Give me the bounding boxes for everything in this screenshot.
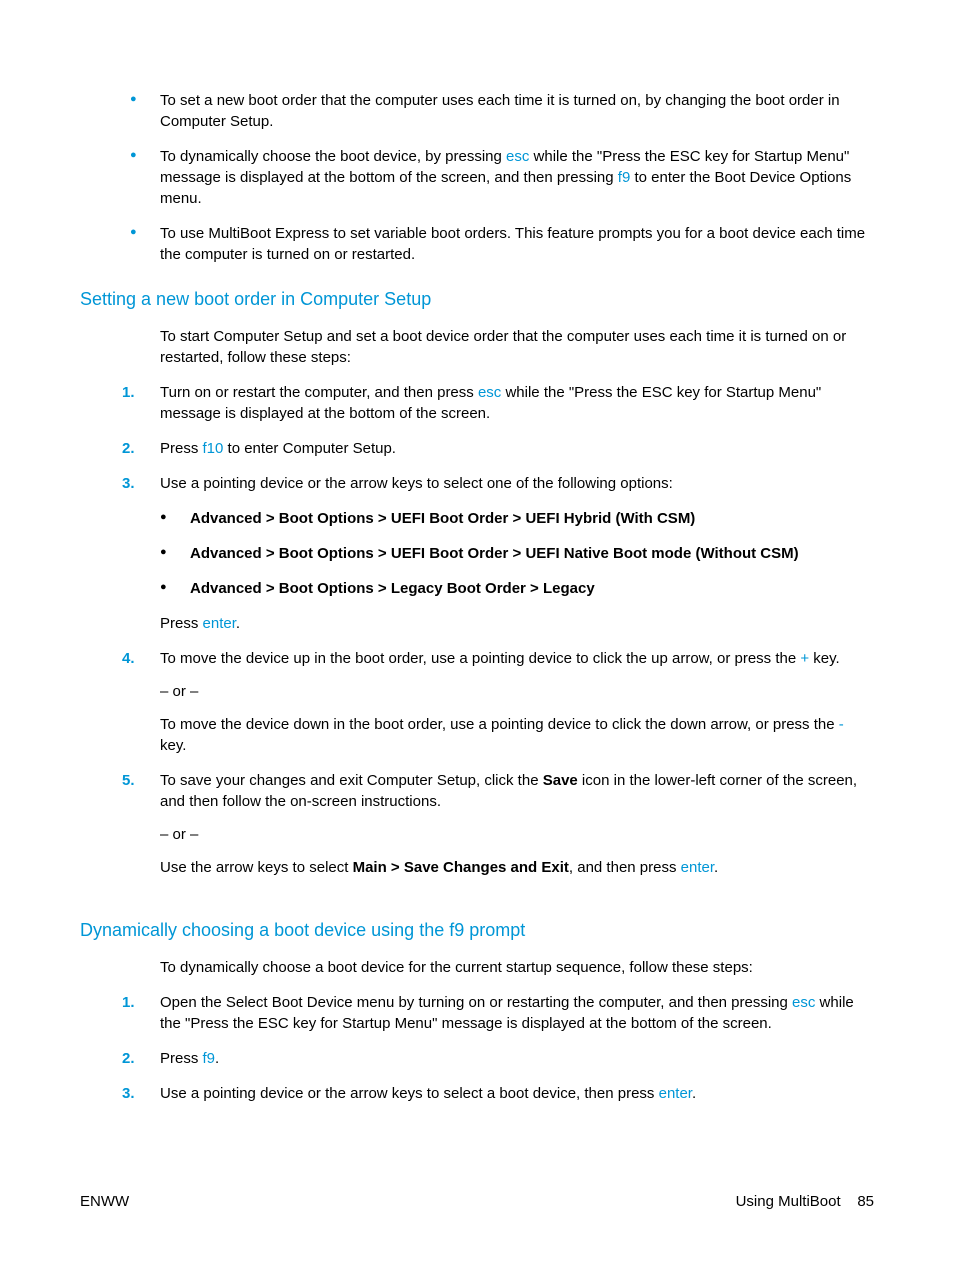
page: To set a new boot order that the compute…	[0, 0, 954, 1270]
dynamic-intro-paragraph: To dynamically choose a boot device for …	[80, 957, 874, 978]
text-run: key.	[160, 737, 186, 754]
text-run: Turn on or restart the computer, and the…	[160, 384, 478, 401]
key-text: f9	[618, 169, 631, 186]
text-run: to enter Computer Setup.	[223, 440, 396, 457]
after-paragraph: Press enter.	[160, 613, 874, 634]
text-run: Press	[160, 1050, 203, 1067]
footer-left: ENWW	[80, 1193, 129, 1210]
key-text: enter	[659, 1085, 692, 1102]
bold-text: Main > Save Changes and Exit	[353, 859, 569, 876]
key-text: esc	[478, 384, 501, 401]
key-text: f9	[203, 1050, 216, 1067]
footer-page-number: 85	[857, 1193, 874, 1210]
sub-paragraph: To move the device down in the boot orde…	[160, 714, 874, 756]
list-item: To use MultiBoot Express to set variable…	[160, 223, 874, 265]
text-run: .	[215, 1050, 219, 1067]
text-run: key.	[809, 650, 840, 667]
step-item: Use a pointing device or the arrow keys …	[160, 473, 874, 634]
sub-paragraph: – or –	[160, 681, 874, 702]
intro-bullets: To set a new boot order that the compute…	[80, 90, 874, 265]
setting-steps-list: Turn on or restart the computer, and the…	[80, 382, 874, 878]
step-item: To save your changes and exit Computer S…	[160, 770, 874, 878]
text-run: .	[714, 859, 718, 876]
step-item: Open the Select Boot Device menu by turn…	[160, 992, 874, 1034]
sub-bullet-item: Advanced > Boot Options > Legacy Boot Or…	[160, 578, 874, 599]
dynamic-steps-list: Open the Select Boot Device menu by turn…	[80, 992, 874, 1104]
text-run: , and then press	[569, 859, 681, 876]
bold-text: Save	[543, 772, 578, 789]
step-item: Turn on or restart the computer, and the…	[160, 382, 874, 424]
step-item: Press f10 to enter Computer Setup.	[160, 438, 874, 459]
text-run: .	[236, 615, 240, 632]
sub-bullet-list: Advanced > Boot Options > UEFI Boot Orde…	[160, 508, 874, 599]
key-text: enter	[681, 859, 714, 876]
text-run: Use a pointing device or the arrow keys …	[160, 1085, 659, 1102]
text-run: .	[692, 1085, 696, 1102]
key-text: esc	[792, 994, 815, 1011]
page-footer: ENWW Using MultiBoot 85	[80, 1193, 874, 1210]
step-item: To move the device up in the boot order,…	[160, 648, 874, 756]
text-run: Press	[160, 440, 203, 457]
content: To set a new boot order that the compute…	[80, 90, 874, 1104]
sub-bullet-item: Advanced > Boot Options > UEFI Boot Orde…	[160, 508, 874, 529]
heading-dynamic-f9: Dynamically choosing a boot device using…	[80, 918, 874, 943]
key-text: f10	[203, 440, 224, 457]
key-text: enter	[203, 615, 236, 632]
step-item: Use a pointing device or the arrow keys …	[160, 1083, 874, 1104]
text-run: To dynamically choose the boot device, b…	[160, 148, 506, 165]
footer-section-label: Using MultiBoot	[736, 1193, 841, 1210]
text-run: To save your changes and exit Computer S…	[160, 772, 543, 789]
text-run: To move the device down in the boot orde…	[160, 716, 839, 733]
text-run: Use the arrow keys to select	[160, 859, 353, 876]
text-run: Open the Select Boot Device menu by turn…	[160, 994, 792, 1011]
key-text: +	[800, 650, 809, 667]
key-text: esc	[506, 148, 529, 165]
setting-intro-paragraph: To start Computer Setup and set a boot d…	[80, 326, 874, 368]
text-run: To move the device up in the boot order,…	[160, 650, 800, 667]
step-item: Press f9.	[160, 1048, 874, 1069]
list-item: To set a new boot order that the compute…	[160, 90, 874, 132]
sub-bullet-item: Advanced > Boot Options > UEFI Boot Orde…	[160, 543, 874, 564]
footer-right: Using MultiBoot 85	[736, 1193, 874, 1210]
list-item: To dynamically choose the boot device, b…	[160, 146, 874, 209]
key-text: -	[839, 716, 844, 733]
text-run: Press	[160, 615, 203, 632]
heading-setting-boot-order: Setting a new boot order in Computer Set…	[80, 287, 874, 312]
text-run: Use a pointing device or the arrow keys …	[160, 475, 673, 492]
sub-paragraph: Use the arrow keys to select Main > Save…	[160, 857, 874, 878]
sub-paragraph: – or –	[160, 824, 874, 845]
